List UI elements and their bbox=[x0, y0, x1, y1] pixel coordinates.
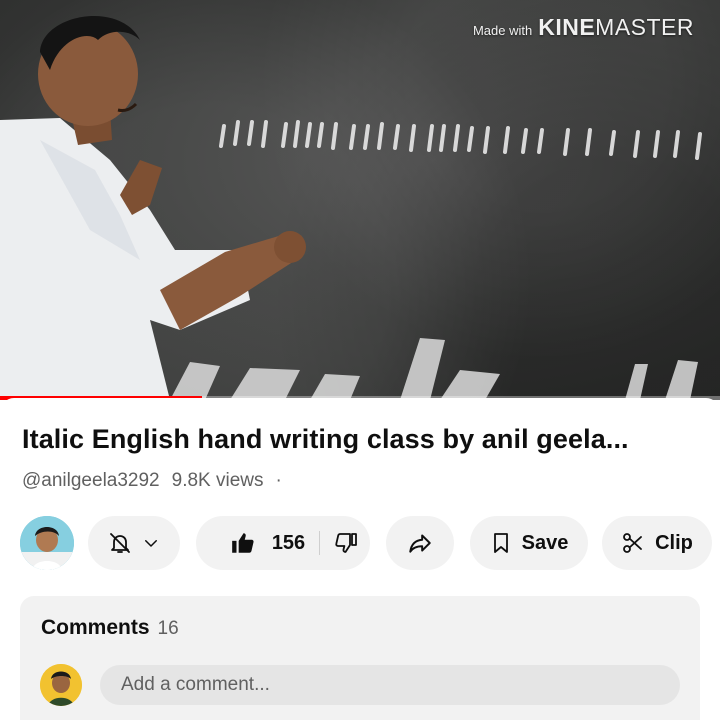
teacher-figure bbox=[0, 15, 306, 400]
share-icon bbox=[409, 534, 431, 553]
channel-avatar[interactable] bbox=[20, 516, 74, 570]
scissors-icon bbox=[623, 533, 643, 553]
channel-handle[interactable]: @anilgeela3292 bbox=[22, 470, 160, 492]
add-comment-input[interactable]: Add a comment... bbox=[100, 665, 680, 705]
save-label: Save bbox=[521, 531, 569, 554]
bookmark-icon bbox=[493, 533, 508, 553]
current-user-avatar bbox=[40, 664, 82, 706]
watermark-brand-light: MASTER bbox=[595, 14, 694, 40]
like-divider bbox=[319, 531, 321, 555]
kinemaster-watermark: Made with KINEMASTER bbox=[473, 14, 694, 41]
notifications-button[interactable] bbox=[88, 516, 180, 570]
thumbs-down-icon bbox=[335, 533, 358, 553]
share-button[interactable] bbox=[386, 516, 454, 570]
video-meta: @anilgeela3292 9.8K views · bbox=[22, 470, 282, 492]
clip-button[interactable]: Clip bbox=[602, 516, 712, 570]
video-player[interactable]: Made with KINEMASTER bbox=[0, 0, 720, 400]
comments-heading: Comments bbox=[41, 616, 150, 639]
video-details-sheet: Italic English hand writing class by ani… bbox=[0, 398, 720, 720]
view-count: 9.8K views bbox=[171, 470, 264, 491]
video-title[interactable]: Italic English hand writing class by ani… bbox=[22, 424, 629, 455]
clip-label: Clip bbox=[655, 531, 693, 554]
comments-header: Comments 16 bbox=[41, 616, 179, 640]
action-bar: 156 Save Clip bbox=[20, 516, 712, 570]
bell-off-icon bbox=[110, 533, 130, 553]
save-button[interactable]: Save bbox=[470, 516, 588, 570]
watermark-brand: KINEMASTER bbox=[538, 14, 694, 41]
thumbs-up-filled-icon bbox=[231, 533, 254, 553]
dislike-button[interactable] bbox=[334, 531, 358, 555]
watermark-prefix: Made with bbox=[472, 23, 533, 38]
meta-separator: · bbox=[275, 470, 282, 491]
comments-panel[interactable]: Comments 16 Add a comment... bbox=[20, 596, 700, 720]
like-count: 156 bbox=[271, 531, 306, 554]
like-button[interactable]: 156 bbox=[208, 530, 305, 556]
like-dislike-group: 156 bbox=[196, 516, 370, 570]
comments-count: 16 bbox=[157, 618, 179, 639]
chevron-down-icon bbox=[145, 540, 157, 547]
watermark-brand-bold: KINE bbox=[538, 14, 596, 40]
